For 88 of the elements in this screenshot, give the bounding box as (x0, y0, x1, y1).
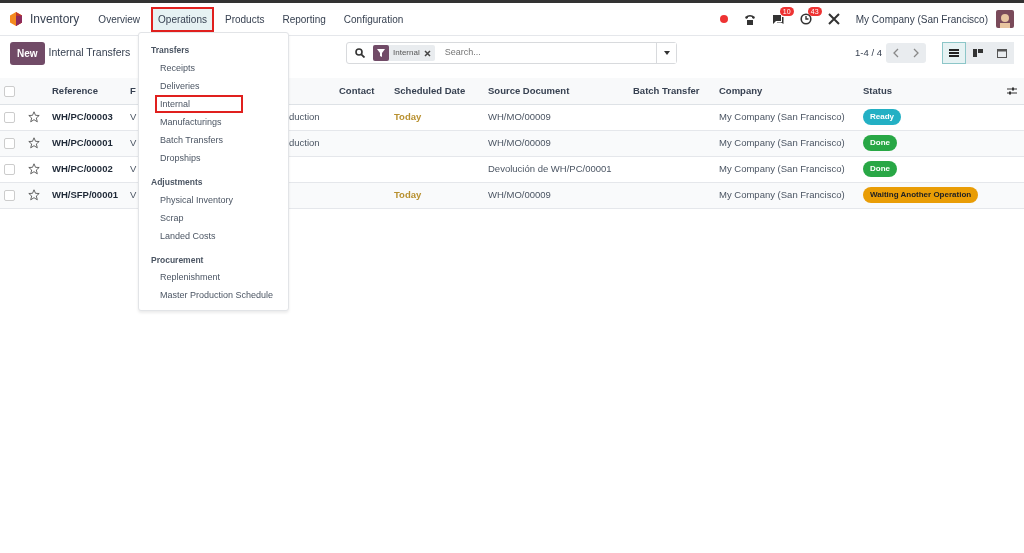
table-cell: V (130, 162, 137, 174)
source-document-cell: WH/MO/00009 (488, 110, 551, 122)
star-icon[interactable] (28, 111, 40, 124)
hexagon-logo-icon (10, 12, 22, 26)
source-document-cell: Devolución de WH/PC/00001 (488, 162, 612, 174)
chevron-right-icon (913, 48, 919, 58)
table-cell: duction (289, 136, 320, 148)
avatar-icon[interactable] (996, 10, 1014, 28)
page-title: Internal Transfers (48, 45, 131, 61)
list-icon (949, 48, 959, 58)
row-checkbox[interactable] (4, 163, 15, 175)
record-dot-icon (719, 15, 728, 23)
search-options-toggle[interactable] (656, 43, 676, 63)
menu-item[interactable]: Products (217, 6, 272, 32)
clock-icon[interactable] (799, 13, 812, 25)
company-switcher[interactable]: My Company (San Francisco) (855, 11, 988, 27)
column-header[interactable]: Contact (335, 78, 390, 104)
column-header[interactable]: Company (715, 78, 859, 104)
filter-facet[interactable]: Internal (373, 45, 435, 61)
status-badge: Done (863, 135, 897, 151)
company-cell: My Company (San Francisco) (719, 162, 845, 174)
tools-icon[interactable] (827, 13, 840, 25)
reference-cell: WH/PC/00001 (52, 136, 113, 148)
reference-cell: WH/PC/00003 (52, 110, 113, 122)
kanban-view-button[interactable] (966, 42, 990, 64)
chevron-left-icon (893, 48, 899, 58)
chat-icon[interactable] (771, 13, 784, 25)
menu-section-heading: Adjustments (150, 175, 204, 189)
dropdown-item[interactable]: Receipts (155, 58, 243, 77)
dropdown-item[interactable]: Manufacturings (155, 112, 243, 131)
table-cell: V (130, 188, 137, 200)
reference-cell: WH/PC/00002 (52, 162, 113, 174)
dropdown-item[interactable]: Scrap (155, 208, 243, 227)
scheduled-date-cell: Today (394, 110, 422, 122)
column-header[interactable]: Reference (48, 78, 128, 104)
status-badge: Waiting Another Operation (863, 187, 979, 203)
menu-section-heading: Procurement (150, 253, 205, 267)
menu-item[interactable]: Overview (91, 6, 148, 32)
source-document-cell: WH/MO/00009 (488, 136, 551, 148)
dropdown-item[interactable]: Master Production Schedule (155, 286, 281, 305)
status-badge: Ready (863, 109, 901, 125)
row-checkbox[interactable] (4, 111, 15, 123)
dropdown-item[interactable]: Replenishment (155, 268, 243, 287)
menu-section-heading: Transfers (150, 44, 191, 57)
dropdown-item[interactable]: Landed Costs (155, 226, 243, 245)
search-field[interactable]: Internal Search... (346, 42, 677, 64)
row-checkbox[interactable] (4, 137, 15, 149)
column-header[interactable]: Batch Transfer (629, 78, 715, 104)
source-document-cell: WH/MO/00009 (488, 188, 551, 200)
dropdown-item[interactable]: Physical Inventory (155, 190, 243, 209)
kanban-icon (973, 48, 983, 58)
filter-icon (377, 49, 385, 57)
column-header[interactable]: Scheduled Date (390, 78, 484, 104)
table-cell: duction (289, 110, 320, 122)
dropdown-item[interactable]: Internal (155, 94, 243, 113)
status-badge: Done (863, 161, 897, 177)
row-checkbox[interactable] (4, 189, 15, 201)
caret-icon (663, 51, 670, 55)
company-cell: My Company (San Francisco) (719, 110, 845, 122)
reference-cell: WH/SFP/00001 (52, 188, 118, 200)
search-icon (355, 48, 365, 58)
settings-sliders-icon[interactable] (1007, 86, 1017, 97)
close-icon[interactable] (423, 49, 431, 57)
dropdown-item[interactable]: Batch Transfers (155, 130, 243, 149)
table-cell: V (130, 136, 137, 148)
menu-item[interactable]: Operations (151, 6, 214, 32)
star-icon[interactable] (28, 189, 40, 202)
dropdown-item[interactable]: Dropships (155, 148, 243, 167)
company-cell: My Company (San Francisco) (719, 136, 845, 148)
list-view-button[interactable] (942, 42, 966, 64)
dropdown-item[interactable]: Deliveries (155, 76, 243, 95)
column-header[interactable]: F (128, 78, 138, 104)
calendar-icon (997, 48, 1007, 58)
phone-icon[interactable] (743, 13, 756, 25)
scheduled-date-cell: Today (394, 188, 422, 200)
app-name[interactable]: Inventory (30, 10, 80, 28)
select-all-checkbox[interactable] (4, 85, 15, 97)
column-header[interactable]: Status (859, 78, 1000, 104)
star-icon[interactable] (28, 137, 40, 150)
menu-item[interactable]: Reporting (275, 6, 333, 32)
star-icon[interactable] (28, 163, 40, 176)
table-cell: V (130, 110, 137, 122)
new-button[interactable]: New (10, 41, 45, 65)
company-cell: My Company (San Francisco) (719, 188, 845, 200)
pager-value: 1-4 / 4 (855, 45, 882, 60)
column-header[interactable]: Source Document (484, 78, 629, 104)
menu-item[interactable]: Configuration (336, 6, 411, 32)
calendar-view-button[interactable] (990, 42, 1014, 64)
